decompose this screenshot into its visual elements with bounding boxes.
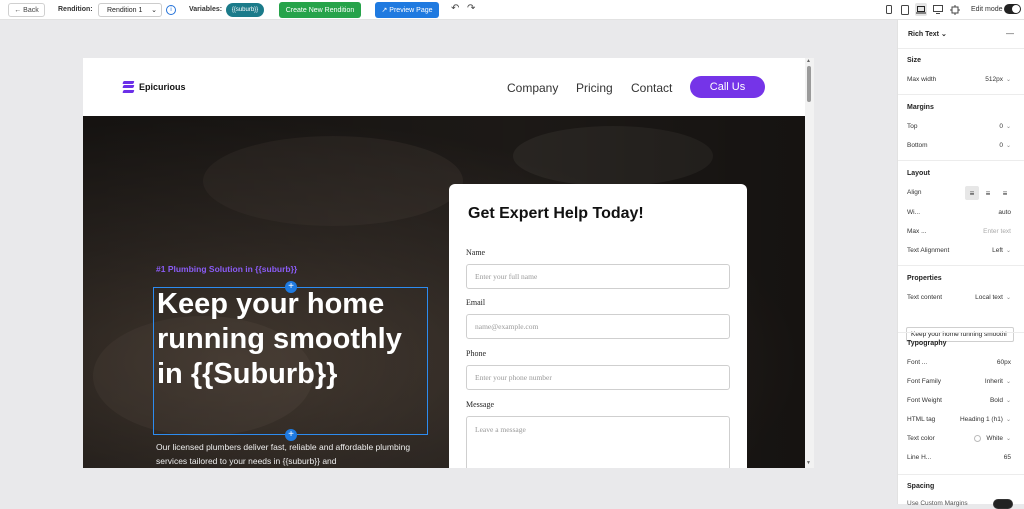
hero-section: #1 Plumbing Solution in {{suburb}} Keep … — [83, 116, 805, 468]
size-section: Size — [907, 57, 922, 64]
font-weight-value[interactable]: Bold ⌄ — [990, 397, 1011, 404]
typography-section: Typography — [907, 340, 947, 347]
phone-field[interactable]: Enter your phone number — [466, 365, 730, 390]
mobile-icon[interactable] — [883, 3, 895, 16]
email-field[interactable]: name@example.com — [466, 314, 730, 339]
font-family-label: Font Family — [907, 378, 941, 385]
canvas-scrollbar[interactable]: ▲ ▼ — [805, 58, 814, 468]
spacing-section: Spacing — [907, 483, 935, 490]
logo-mark-icon — [122, 81, 135, 92]
font-family-value[interactable]: Inherit ⌄ — [985, 378, 1011, 385]
form-title: Get Expert Help Today! — [468, 205, 644, 222]
email-label: Email — [466, 298, 486, 307]
collapse-icon[interactable]: — — [1006, 29, 1014, 38]
message-label: Message — [466, 400, 494, 409]
selection-outline — [153, 287, 428, 435]
text-content-source[interactable]: Local text ⌄ — [975, 294, 1011, 301]
custom-margins-toggle[interactable] — [993, 499, 1013, 509]
nav-link-company[interactable]: Company — [507, 81, 558, 95]
name-field[interactable]: Enter your full name — [466, 264, 730, 289]
width-value[interactable]: auto — [998, 209, 1011, 216]
text-alignment-label: Text Alignment — [907, 247, 950, 254]
align-center-icon[interactable]: ≡ — [981, 186, 995, 200]
margin-bottom-value[interactable]: 0 ⌄ — [999, 142, 1011, 149]
text-content-label: Text content — [907, 294, 943, 301]
info-icon[interactable]: i — [166, 5, 176, 15]
align-label: Align — [907, 189, 922, 196]
font-size-value[interactable]: 60px — [997, 359, 1011, 366]
rendition-label: Rendition: — [58, 6, 93, 13]
redo-icon[interactable]: ↷ — [467, 3, 475, 14]
desktop-icon[interactable] — [932, 3, 944, 16]
font-weight-label: Font Weight — [907, 397, 942, 404]
align-left-icon[interactable]: ≡ — [965, 186, 979, 200]
page-canvas: Epicurious Company Pricing Contact Call … — [83, 58, 805, 468]
color-swatch-icon — [974, 435, 982, 442]
laptop-icon[interactable] — [915, 3, 927, 16]
chevron-down-icon: ⌄ — [940, 31, 947, 38]
scroll-up-icon[interactable]: ▲ — [806, 58, 811, 64]
margin-top-label: Top — [907, 123, 918, 130]
edit-mode-toggle[interactable] — [1004, 4, 1021, 14]
properties-section: Properties — [907, 275, 942, 282]
line-height-value[interactable]: 65 — [1004, 454, 1011, 461]
width-label: Wi... — [907, 209, 920, 216]
add-above-icon[interactable]: + — [285, 281, 297, 293]
site-navbar: Epicurious Company Pricing Contact Call … — [83, 58, 805, 116]
create-new-rendition-button[interactable]: Create New Rendition — [279, 2, 361, 18]
phone-label: Phone — [466, 349, 486, 358]
properties-panel: Rich Text ⌄ — Size Max width 512px ⌄ Marg… — [897, 20, 1024, 507]
nav-link-contact[interactable]: Contact — [631, 81, 672, 95]
nav-link-pricing[interactable]: Pricing — [576, 81, 613, 95]
variables-label: Variables: — [189, 6, 223, 13]
hero-description: Our licensed plumbers deliver fast, reli… — [156, 442, 411, 466]
undo-icon[interactable]: ↶ — [451, 3, 459, 14]
edit-mode-label: Edit mode — [971, 6, 1003, 13]
hero-tagline: #1 Plumbing Solution in {{suburb}} — [156, 264, 298, 274]
call-us-button[interactable]: Call Us — [690, 76, 765, 98]
responsive-icon[interactable] — [949, 3, 961, 16]
max-width-value[interactable]: 512px ⌄ — [985, 76, 1011, 83]
layout-section: Layout — [907, 170, 930, 177]
chevron-down-icon: ⌄ — [151, 7, 157, 14]
preview-page-button[interactable]: ↗ Preview Page — [375, 2, 439, 18]
text-color-label: Text color — [907, 435, 935, 442]
text-alignment-value[interactable]: Left ⌄ — [992, 247, 1011, 254]
max-label: Max ... — [907, 228, 927, 235]
max-input[interactable]: Enter text — [983, 228, 1011, 235]
contact-form: Get Expert Help Today! Name Enter your f… — [449, 184, 747, 468]
max-width-label: Max width — [907, 76, 937, 83]
message-field[interactable]: Leave a message — [466, 416, 730, 468]
scroll-thumb[interactable] — [807, 66, 811, 102]
font-size-label: Font ... — [907, 359, 928, 366]
rendition-select-value: Rendition 1 — [107, 6, 143, 14]
line-height-label: Line H... — [907, 454, 932, 461]
back-button[interactable]: ← Back — [8, 3, 45, 17]
variable-chip-suburb[interactable]: {{suburb}} — [226, 3, 264, 17]
html-tag-label: HTML tag — [907, 416, 936, 423]
rendition-select[interactable]: Rendition 1 ⌄ — [98, 3, 162, 17]
site-logo[interactable]: Epicurious — [122, 81, 186, 92]
html-tag-value[interactable]: Heading 1 (h1) ⌄ — [960, 416, 1011, 423]
margin-top-value[interactable]: 0 ⌄ — [999, 123, 1011, 130]
margins-section: Margins — [907, 104, 934, 111]
tablet-icon[interactable] — [899, 3, 911, 16]
scroll-down-icon[interactable]: ▼ — [806, 460, 811, 466]
logo-text: Epicurious — [139, 81, 186, 92]
top-toolbar: ← Back Rendition: Rendition 1 ⌄ i Variab… — [0, 0, 1024, 20]
margin-bottom-label: Bottom — [907, 142, 928, 149]
align-right-icon[interactable]: ≡ — [998, 186, 1012, 200]
text-color-value[interactable]: White ⌄ — [974, 435, 1011, 442]
name-label: Name — [466, 248, 486, 257]
panel-title[interactable]: Rich Text ⌄ — [908, 30, 947, 38]
